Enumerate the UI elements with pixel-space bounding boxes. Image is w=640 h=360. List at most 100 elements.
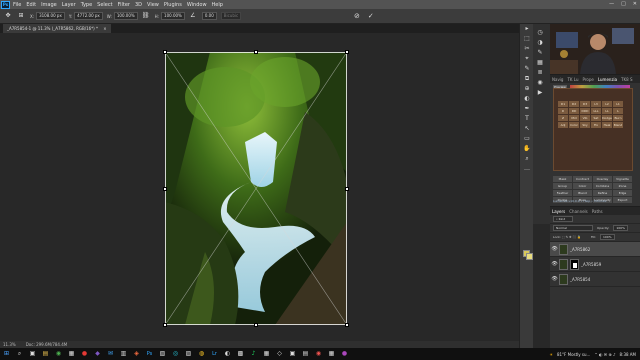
cancel-transform-icon[interactable]: ⊘	[354, 12, 360, 20]
transform-handle-ml[interactable]	[163, 187, 167, 191]
pen-tool-icon[interactable]: ✒	[520, 104, 534, 114]
app-icon[interactable]: ◎	[169, 348, 182, 360]
layer-kind-filter[interactable]: ⌕ Kind	[553, 216, 573, 222]
tab-tk-lum[interactable]: TK Lu	[567, 77, 578, 82]
x-position-field[interactable]: 3108.00 px	[36, 12, 65, 20]
lumenzia-cell[interactable]: Color	[569, 122, 579, 128]
app-icon[interactable]: ▦	[325, 348, 338, 360]
menu-plugins[interactable]: Plugins	[164, 2, 182, 8]
menu-image[interactable]: Image	[41, 2, 57, 8]
lumenzia-cell[interactable]: D	[558, 108, 568, 114]
menu-help[interactable]: Help	[212, 2, 223, 8]
layer-mask-thumbnail[interactable]	[570, 258, 579, 270]
photoshop-taskbar-icon[interactable]: Ps	[143, 348, 156, 360]
start-icon[interactable]: ⊞	[0, 348, 13, 360]
lumenzia-cell[interactable]: Blend	[613, 122, 623, 128]
transform-handle-bl[interactable]	[163, 323, 167, 327]
app-icon[interactable]: ▦	[260, 348, 273, 360]
lumenzia-cell[interactable]: Vib	[580, 115, 590, 121]
visibility-eye-icon[interactable]: 👁	[550, 261, 559, 267]
rectangle-tool-icon[interactable]: ▭	[520, 134, 534, 144]
height-field[interactable]: 100.00%	[161, 12, 185, 20]
lumenzia-cell[interactable]: L1	[613, 101, 623, 107]
menu-filter[interactable]: Filter	[118, 2, 130, 8]
app-icon[interactable]: ◍	[195, 348, 208, 360]
lumenzia-button[interactable]: Vignette	[613, 176, 632, 182]
file-explorer-icon[interactable]: ▤	[39, 348, 52, 360]
lumenzia-cell[interactable]: Heal	[602, 122, 612, 128]
clock[interactable]: 8:38 AM	[620, 352, 636, 357]
document-tab[interactable]: _A7R5854-1 @ 11.3% (_A7R5862, RGB/16*) *…	[3, 24, 111, 33]
lumenzia-cell[interactable]: Burn	[613, 115, 623, 121]
app-icon[interactable]: ◈	[130, 348, 143, 360]
hand-tool-icon[interactable]: ✋	[520, 144, 534, 154]
visibility-eye-icon[interactable]: 👁	[550, 276, 559, 282]
transform-handle-bc[interactable]	[254, 323, 258, 327]
transform-handle-br[interactable]	[345, 323, 349, 327]
lumenzia-button[interactable]: Export	[613, 197, 632, 203]
menu-edit[interactable]: Edit	[26, 2, 36, 8]
lumenzia-button[interactable]: Overlay	[593, 176, 612, 182]
lumenzia-footer[interactable]: Lumenzia v10.0.0 • Help • Tutorials	[553, 199, 607, 203]
lumenzia-cell[interactable]: L3	[591, 101, 601, 107]
app-icon[interactable]: ▦	[65, 348, 78, 360]
app-icon[interactable]: ◇	[273, 348, 286, 360]
transform-handle-mr[interactable]	[345, 187, 349, 191]
maximize-button[interactable]: □	[621, 1, 626, 7]
lumenzia-cell[interactable]: Adj	[558, 122, 568, 128]
document-canvas[interactable]	[165, 52, 347, 325]
zoom-level[interactable]: 11.3%	[3, 342, 16, 347]
menu-type[interactable]: Type	[81, 2, 92, 8]
move-tool-icon[interactable]: ▸	[520, 24, 534, 34]
clone-stamp-tool-icon[interactable]: ⧉	[520, 74, 534, 84]
app-icon[interactable]: ▤	[299, 348, 312, 360]
transform-handle-tr[interactable]	[345, 50, 349, 54]
lumenzia-cell[interactable]: Sky	[580, 122, 590, 128]
lumenzia-cell[interactable]: Dodge	[602, 115, 612, 121]
tray-icons[interactable]: ⌃ ◐ ✉ ⊕ ♪	[594, 352, 615, 357]
marquee-tool-icon[interactable]: ⬚	[520, 34, 534, 44]
search-icon[interactable]: ⌕	[13, 348, 26, 360]
healing-tool-icon[interactable]: ⊕	[520, 84, 534, 94]
opacity-field[interactable]: 100%	[613, 225, 628, 231]
blend-mode-select[interactable]: Normal	[553, 225, 593, 231]
quick-select-tool-icon[interactable]: ⌖	[520, 54, 534, 64]
lumenzia-cell[interactable]: D2	[569, 101, 579, 107]
close-tab-icon[interactable]: ×	[103, 26, 106, 31]
lumenzia-button[interactable]: Blend	[573, 190, 592, 196]
mail-icon[interactable]: ✉	[104, 348, 117, 360]
menu-3d[interactable]: 3D	[135, 2, 142, 8]
path-select-tool-icon[interactable]: ↖	[520, 124, 534, 134]
app-icon[interactable]: ▨	[182, 348, 195, 360]
lumenzia-cell[interactable]: D1	[558, 101, 568, 107]
interpolation-select[interactable]: Bicubic	[220, 12, 242, 20]
adjustments-panel-icon[interactable]: ◑	[533, 38, 547, 48]
transform-handle-tl[interactable]	[163, 50, 167, 54]
lumenzia-cell[interactable]: L2	[602, 101, 612, 107]
link-icon[interactable]: ⛓	[142, 12, 150, 20]
app-icon[interactable]: ▧	[156, 348, 169, 360]
layer-row[interactable]: 👁 _A7R5862	[550, 242, 640, 257]
menu-window[interactable]: Window	[187, 2, 207, 8]
type-tool-icon[interactable]: T	[520, 114, 534, 124]
lumenzia-cell[interactable]: Mid	[569, 115, 579, 121]
lumenzia-cell[interactable]: LLL	[591, 108, 601, 114]
weather-icon[interactable]: ☀	[549, 352, 553, 357]
lumenzia-cell[interactable]: DD	[569, 108, 579, 114]
app-icon[interactable]: ▥	[117, 348, 130, 360]
brush-tool-icon[interactable]: ✎	[520, 64, 534, 74]
photoshop-logo[interactable]: Ps	[1, 0, 10, 9]
layer-row[interactable]: 👁 _A7R5854	[550, 272, 640, 287]
lumenzia-button[interactable]: Zone	[613, 183, 632, 189]
reference-point-icon[interactable]: ⊞	[17, 12, 25, 20]
swatches-panel-icon[interactable]: ▦	[533, 58, 547, 68]
menu-select[interactable]: Select	[97, 2, 112, 8]
app-icon[interactable]: ◆	[91, 348, 104, 360]
app-icon[interactable]: ▣	[286, 348, 299, 360]
app-icon[interactable]: ●	[78, 348, 91, 360]
weather-text[interactable]: 81°F Mostly su...	[557, 352, 590, 357]
lumenzia-cell[interactable]: D3	[580, 101, 590, 107]
lumenzia-cell[interactable]: Fix	[591, 122, 601, 128]
tab-lumenzia[interactable]: Lumenzia	[598, 77, 617, 82]
tab-navigator[interactable]: Navig	[552, 77, 563, 82]
